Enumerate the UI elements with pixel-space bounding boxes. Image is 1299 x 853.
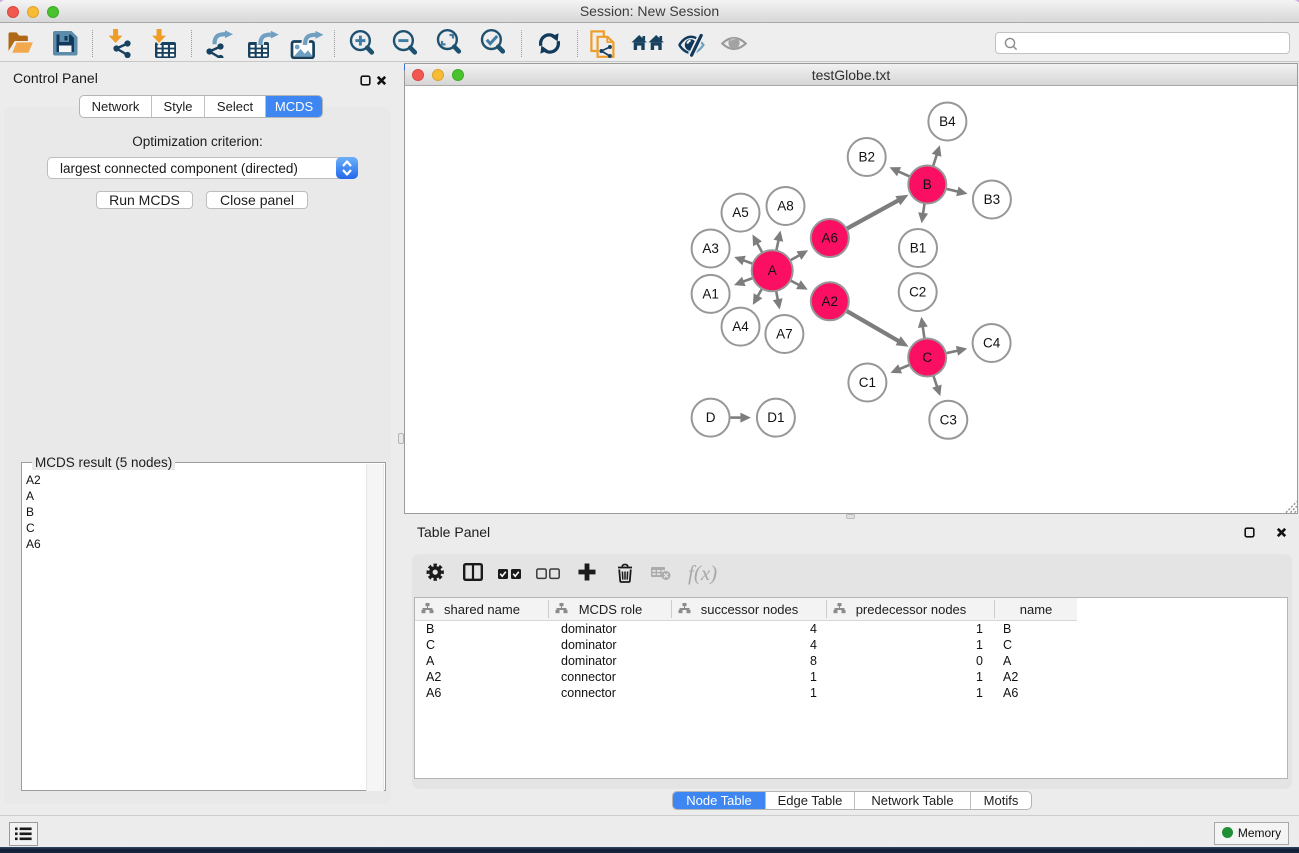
svg-text:C2: C2 xyxy=(909,285,926,300)
svg-text:A5: A5 xyxy=(732,205,749,220)
svg-text:B: B xyxy=(923,177,932,192)
svg-text:A8: A8 xyxy=(777,199,794,214)
svg-text:B4: B4 xyxy=(939,114,956,129)
svg-text:D1: D1 xyxy=(767,410,784,425)
svg-text:B1: B1 xyxy=(910,241,927,256)
svg-text:C3: C3 xyxy=(940,412,957,427)
svg-text:C4: C4 xyxy=(983,336,1001,351)
svg-text:B3: B3 xyxy=(984,192,1001,207)
svg-text:C1: C1 xyxy=(859,375,876,390)
svg-text:A6: A6 xyxy=(822,231,839,246)
svg-text:A: A xyxy=(768,263,777,278)
svg-text:A7: A7 xyxy=(776,327,793,342)
svg-text:D: D xyxy=(706,410,716,425)
svg-text:A4: A4 xyxy=(732,319,749,334)
svg-text:B2: B2 xyxy=(858,150,875,165)
svg-text:A3: A3 xyxy=(702,241,719,256)
svg-text:C: C xyxy=(922,350,932,365)
svg-text:A1: A1 xyxy=(702,286,719,301)
svg-text:A2: A2 xyxy=(822,294,839,309)
